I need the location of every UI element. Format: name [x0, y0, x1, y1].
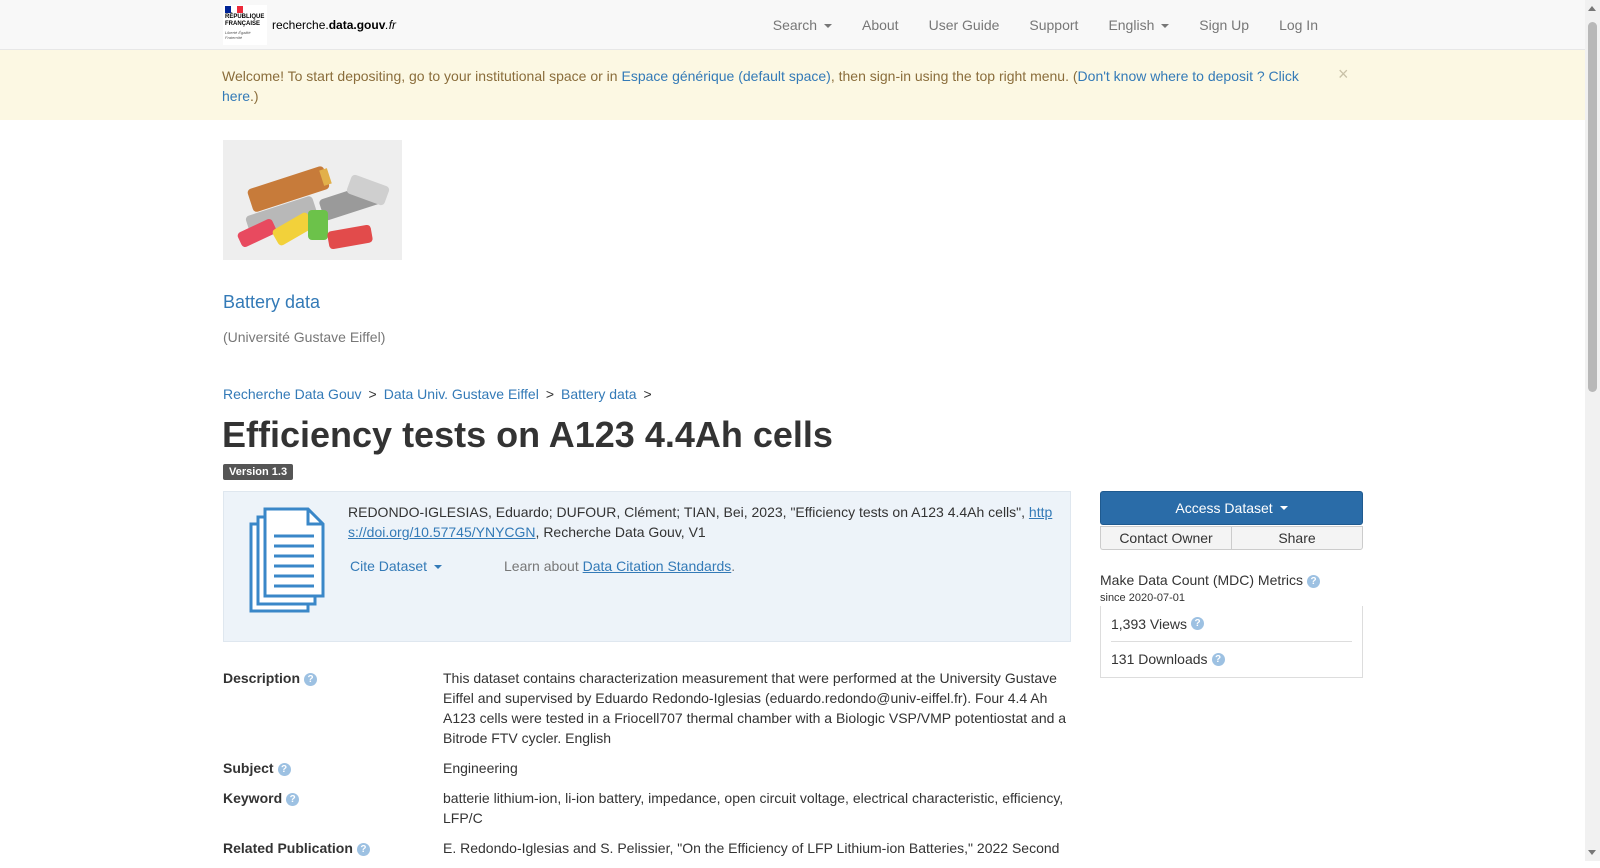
- nav-about[interactable]: About: [847, 17, 914, 33]
- help-icon[interactable]: ?: [1211, 652, 1225, 666]
- alert-default-space-link[interactable]: Espace générique (default space): [621, 68, 830, 84]
- site-logo[interactable]: RÉPUBLIQUE FRANÇAISE Liberté Égalité Fra…: [223, 5, 396, 45]
- metadata-label-text: Keyword: [223, 790, 283, 806]
- nav-sign-up[interactable]: Sign Up: [1184, 17, 1264, 33]
- help-icon[interactable]: ?: [356, 843, 370, 856]
- breadcrumb: Recherche Data Gouv > Data Univ. Gustave…: [223, 386, 659, 402]
- help-icon[interactable]: ?: [304, 673, 318, 686]
- breadcrumb-item[interactable]: Recherche Data Gouv: [223, 386, 362, 402]
- metrics-panel: 1,393 Views? 131 Downloads?: [1100, 606, 1363, 678]
- site-bold: data.gouv: [328, 18, 386, 32]
- nav-user-guide[interactable]: User Guide: [914, 17, 1015, 33]
- citation-authors: REDONDO-IGLESIAS, Eduardo; DUFOUR, Cléme…: [348, 504, 1029, 520]
- help-icon[interactable]: ?: [286, 793, 300, 806]
- dataverse-name-link[interactable]: Battery data: [223, 292, 320, 313]
- learn-suffix: .: [731, 558, 736, 574]
- citation-text: REDONDO-IGLESIAS, Eduardo; DUFOUR, Cléme…: [348, 502, 1056, 542]
- site-suffix: .fr: [385, 18, 397, 32]
- metadata-label-text: Description: [223, 670, 301, 686]
- share-button[interactable]: Share: [1231, 526, 1363, 550]
- republic-motto: Liberté Égalité Fraternité: [225, 30, 251, 40]
- access-dataset-button[interactable]: Access Dataset: [1100, 491, 1363, 525]
- close-icon[interactable]: ×: [1338, 64, 1349, 84]
- cite-dataset-button[interactable]: Cite Dataset: [350, 558, 442, 574]
- breadcrumb-item[interactable]: Battery data: [561, 386, 637, 402]
- scroll-up-icon[interactable]: [1588, 6, 1596, 11]
- site-prefix: recherche.: [272, 18, 329, 32]
- scrollbar-thumb[interactable]: [1588, 22, 1597, 392]
- nav-support[interactable]: Support: [1014, 17, 1093, 33]
- nav-language-label: English: [1108, 17, 1155, 33]
- alert-text-2: , then sign-in using the top right menu.…: [830, 68, 1078, 84]
- alert-text-1: Welcome! To start depositing, go to your…: [222, 68, 622, 84]
- caret-down-icon: [823, 24, 832, 29]
- access-dataset-label: Access Dataset: [1175, 500, 1273, 516]
- main-nav: Search About User Guide Support English …: [758, 0, 1333, 50]
- citation-standards-note: Learn about Data Citation Standards.: [504, 558, 735, 574]
- metadata-label: Subject?: [223, 758, 443, 778]
- batteries-image: [223, 140, 402, 260]
- metadata-label: Related Publication?: [223, 838, 443, 858]
- views-metric: 1,393 Views?: [1111, 606, 1352, 641]
- metadata-summary: Description? This dataset contains chara…: [223, 668, 1073, 868]
- metadata-label-text: Subject: [223, 760, 274, 776]
- page-scrollbar[interactable]: [1585, 0, 1600, 861]
- help-icon[interactable]: ?: [1191, 617, 1205, 630]
- breadcrumb-item[interactable]: Data Univ. Gustave Eiffel: [384, 386, 539, 402]
- metadata-row: Description? This dataset contains chara…: [223, 668, 1073, 748]
- alert-text-3: .): [250, 88, 259, 104]
- views-count: 1,393 Views: [1111, 615, 1188, 632]
- caret-down-icon: [1161, 24, 1170, 29]
- mdc-title-text: Make Data Count (MDC) Metrics: [1100, 572, 1304, 588]
- document-stack-icon: [249, 507, 325, 613]
- nav-search[interactable]: Search: [758, 17, 847, 33]
- contact-owner-button[interactable]: Contact Owner: [1100, 526, 1231, 550]
- metadata-value: E. Redondo-Iglesias and S. Pelissier, "O…: [443, 840, 1060, 856]
- dataverse-affiliation: (Université Gustave Eiffel): [223, 329, 386, 345]
- top-navbar: RÉPUBLIQUE FRANÇAISE Liberté Égalité Fra…: [0, 0, 1585, 50]
- metadata-value: This dataset contains characterization m…: [443, 670, 1067, 746]
- version-badge: Version 1.3: [223, 464, 294, 480]
- metadata-value: Engineering: [443, 760, 518, 776]
- scroll-down-icon[interactable]: [1588, 850, 1596, 855]
- nav-log-in[interactable]: Log In: [1264, 17, 1333, 33]
- nav-language[interactable]: English: [1093, 17, 1184, 33]
- citation-box: REDONDO-IGLESIAS, Eduardo; DUFOUR, Cléme…: [223, 491, 1071, 642]
- republic-line2: FRANÇAISE: [225, 21, 261, 27]
- metadata-row: Subject? Engineering: [223, 758, 1073, 778]
- caret-down-icon: [433, 565, 442, 570]
- dataset-actions: Contact Owner Share: [1100, 526, 1363, 550]
- marianne-logo: RÉPUBLIQUE FRANÇAISE Liberté Égalité Fra…: [223, 5, 267, 45]
- downloads-metric: 131 Downloads?: [1111, 641, 1352, 676]
- metadata-label-text: Related Publication: [223, 840, 353, 856]
- republic-line1: RÉPUBLIQUE: [225, 14, 265, 20]
- mdc-since: since 2020-07-01: [1100, 592, 1186, 604]
- help-icon[interactable]: ?: [277, 763, 291, 776]
- citation-publisher: , Recherche Data Gouv, V1: [535, 524, 706, 540]
- metadata-row: Keyword? batterie lithium-ion, li-ion ba…: [223, 788, 1073, 828]
- welcome-alert: Welcome! To start depositing, go to your…: [0, 50, 1585, 120]
- site-name: recherche.data.gouv.fr: [272, 18, 396, 32]
- learn-prefix: Learn about: [504, 558, 583, 574]
- breadcrumb-separator: >: [643, 386, 652, 402]
- dataverse-thumbnail[interactable]: [223, 140, 402, 260]
- cite-dataset-label: Cite Dataset: [350, 558, 428, 574]
- metadata-label: Keyword?: [223, 788, 443, 828]
- caret-down-icon: [1279, 506, 1288, 510]
- mdc-metrics-title: Make Data Count (MDC) Metrics?: [1100, 572, 1321, 588]
- metadata-label: Description?: [223, 668, 443, 748]
- data-citation-standards-link[interactable]: Data Citation Standards: [583, 558, 732, 574]
- page-title: Efficiency tests on A123 4.4Ah cells: [222, 414, 833, 455]
- metadata-row: Related Publication? E. Redondo-Iglesias…: [223, 838, 1073, 858]
- breadcrumb-separator: >: [368, 386, 377, 402]
- metadata-value: batterie lithium-ion, li-ion battery, im…: [443, 790, 1064, 826]
- french-flag-icon: [225, 6, 243, 13]
- nav-search-label: Search: [772, 17, 818, 33]
- downloads-count: 131 Downloads: [1111, 651, 1208, 667]
- breadcrumb-separator: >: [545, 386, 555, 402]
- help-icon[interactable]: ?: [1307, 575, 1321, 588]
